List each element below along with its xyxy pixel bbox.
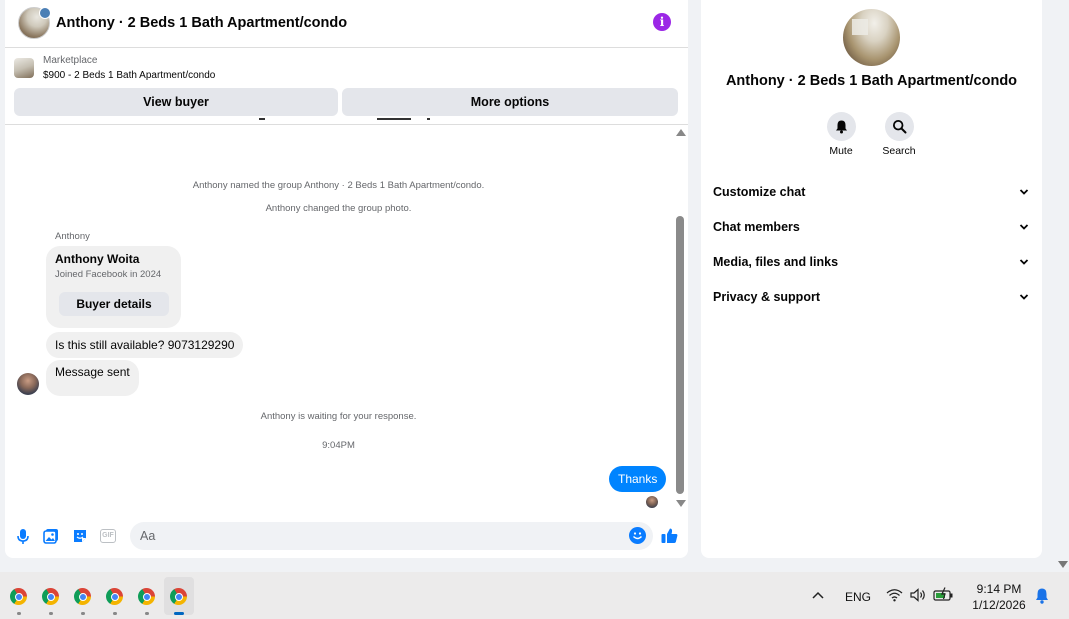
chevron-down-icon xyxy=(1019,259,1029,265)
sender-avatar[interactable] xyxy=(17,373,39,395)
chrome-icon xyxy=(106,588,123,605)
emoji-icon[interactable] xyxy=(629,527,646,544)
chevron-down-icon xyxy=(1019,294,1029,300)
chrome-icon xyxy=(42,588,59,605)
system-message: Anthony named the group Anthony · 2 Beds… xyxy=(192,180,485,191)
message-bubble[interactable]: Message sent xyxy=(46,360,139,396)
running-indicator xyxy=(174,612,184,615)
chrome-icon xyxy=(74,588,91,605)
section-chat-members[interactable]: Chat members xyxy=(713,215,1030,241)
notification-bell-icon[interactable] xyxy=(1034,587,1050,604)
taskbar-chrome-3[interactable] xyxy=(68,577,98,615)
view-buyer-button[interactable]: View buyer xyxy=(14,88,338,116)
chrome-icon xyxy=(170,588,187,605)
taskbar-chrome-1[interactable] xyxy=(4,577,34,615)
battery-charging-icon[interactable] xyxy=(933,587,955,602)
conversation-info-panel: Anthony · 2 Beds 1 Bath Apartment/condo … xyxy=(701,0,1042,558)
chat-title[interactable]: Anthony · 2 Beds 1 Bath Apartment/condo xyxy=(56,15,347,31)
photo-icon[interactable] xyxy=(42,527,60,545)
section-privacy-support[interactable]: Privacy & support xyxy=(713,285,1030,311)
system-message: Anthony is waiting for your response. xyxy=(260,411,417,422)
timestamp: 9:04PM xyxy=(322,440,355,451)
search-icon xyxy=(884,112,914,141)
group-avatar[interactable] xyxy=(18,7,51,39)
listing-title[interactable]: $900 - 2 Beds 1 Bath Apartment/condo xyxy=(43,70,215,81)
like-icon[interactable] xyxy=(660,526,679,545)
scroll-up-arrow-icon[interactable] xyxy=(676,129,686,136)
buyer-joined: Joined Facebook in 2024 xyxy=(55,269,162,280)
marketplace-bar: Marketplace $900 - 2 Beds 1 Bath Apartme… xyxy=(5,49,688,125)
sticker-icon[interactable] xyxy=(71,527,89,545)
microphone-icon[interactable] xyxy=(14,527,32,545)
clock-date: 1/12/2026 xyxy=(972,598,1026,612)
clipped-text-remnant xyxy=(259,118,430,120)
system-message: Anthony changed the group photo. xyxy=(265,203,412,214)
section-customize-chat[interactable]: Customize chat xyxy=(713,180,1030,206)
message-bubble-outgoing[interactable]: Thanks xyxy=(609,466,667,492)
taskbar: ENG xyxy=(0,572,1069,619)
section-label: Chat members xyxy=(713,220,800,234)
section-label: Privacy & support xyxy=(713,290,820,304)
language-indicator[interactable]: ENG xyxy=(845,590,871,604)
conversation-name: Anthony · 2 Beds 1 Bath Apartment/condo xyxy=(725,73,1018,89)
taskbar-chrome-6[interactable] xyxy=(164,577,194,615)
message-scrollbar[interactable] xyxy=(675,126,687,514)
running-indicator xyxy=(49,612,53,615)
scroll-down-arrow-icon[interactable] xyxy=(676,500,686,507)
search-label: Search xyxy=(882,145,916,157)
section-media-files-links[interactable]: Media, files and links xyxy=(713,250,1030,276)
chrome-icon xyxy=(10,588,27,605)
taskbar-chrome-2[interactable] xyxy=(36,577,66,615)
chat-panel: Anthony · 2 Beds 1 Bath Apartment/condo … xyxy=(5,0,688,558)
sender-name: Anthony xyxy=(55,231,90,242)
composer: GIF xyxy=(5,516,688,558)
page-scroll-down-icon[interactable] xyxy=(1058,561,1068,568)
buyer-name: Anthony Woita xyxy=(55,252,140,266)
chrome-icon xyxy=(138,588,155,605)
seen-avatar xyxy=(646,496,658,508)
running-indicator xyxy=(81,612,85,615)
taskbar-chrome-5[interactable] xyxy=(132,577,162,615)
speaker-icon[interactable] xyxy=(909,588,927,602)
chevron-down-icon xyxy=(1019,189,1029,195)
gif-icon[interactable]: GIF xyxy=(100,529,116,543)
group-photo[interactable] xyxy=(843,9,900,66)
section-label: Customize chat xyxy=(713,185,806,199)
wifi-icon[interactable] xyxy=(886,588,903,602)
more-options-button[interactable]: More options xyxy=(342,88,678,116)
running-indicator xyxy=(145,612,149,615)
running-indicator xyxy=(17,612,21,615)
chevron-down-icon xyxy=(1019,224,1029,230)
running-indicator xyxy=(113,612,117,615)
message-bubble[interactable]: Is this still available? 9073129290 xyxy=(46,332,244,358)
clock-time: 9:14 PM xyxy=(976,582,1022,596)
search-button[interactable]: Search xyxy=(874,112,924,157)
message-list[interactable]: Anthony named the group Anthony · 2 Beds… xyxy=(5,118,688,516)
chevron-up-icon[interactable] xyxy=(811,590,825,600)
mute-button[interactable]: Mute xyxy=(816,112,866,157)
marketplace-label: Marketplace xyxy=(43,55,98,66)
mute-label: Mute xyxy=(829,145,853,157)
chat-header: Anthony · 2 Beds 1 Bath Apartment/condo … xyxy=(5,0,688,48)
scroll-thumb[interactable] xyxy=(676,216,684,494)
info-icon[interactable]: i xyxy=(653,13,671,31)
listing-thumbnail[interactable] xyxy=(14,58,34,78)
bell-icon xyxy=(826,112,856,141)
message-input[interactable] xyxy=(130,522,653,550)
section-label: Media, files and links xyxy=(713,255,839,269)
system-clock[interactable]: 9:14 PM 1/12/2026 xyxy=(966,581,1032,613)
buyer-details-button[interactable]: Buyer details xyxy=(59,292,169,316)
taskbar-chrome-4[interactable] xyxy=(100,577,130,615)
buyer-card: Anthony Woita Joined Facebook in 2024 Bu… xyxy=(46,246,181,328)
